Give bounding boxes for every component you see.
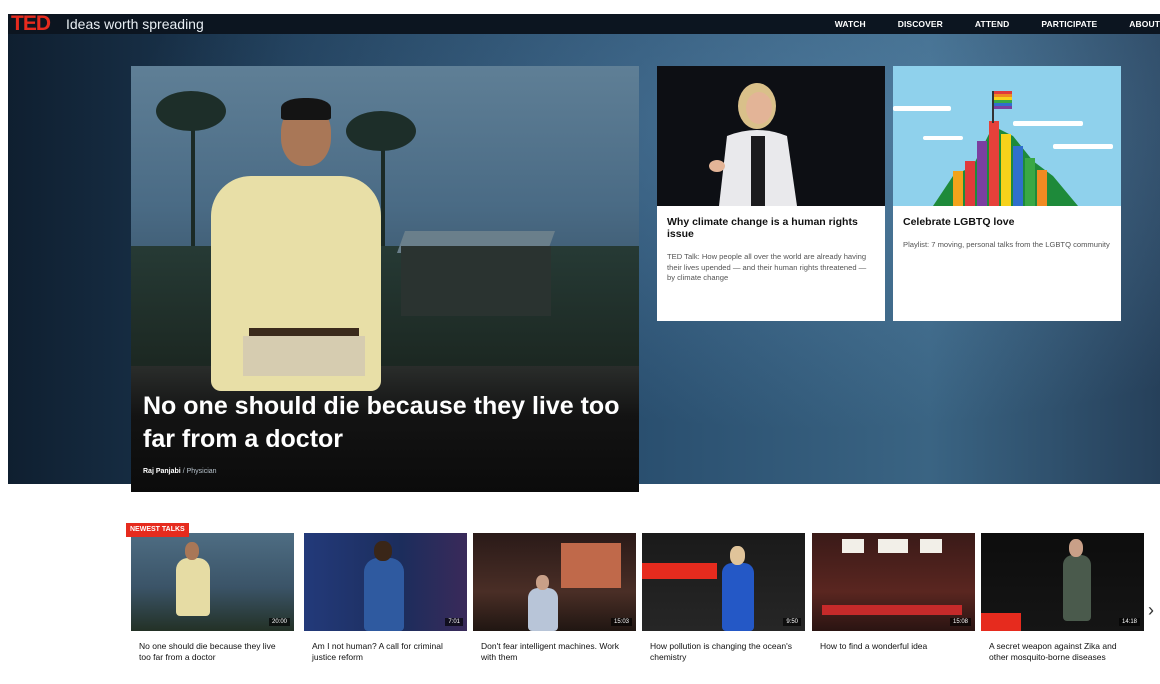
speaker-figure [1063, 555, 1091, 621]
sign [878, 539, 908, 553]
talk-duration: 9:50 [783, 618, 801, 626]
treeline [131, 246, 639, 376]
talk-thumbnail: 7:01 [304, 533, 467, 631]
talk-title[interactable]: Am I not human? A call for criminal just… [312, 641, 460, 663]
sign [920, 539, 942, 553]
stage-banner [822, 605, 962, 615]
speaker-figure [176, 558, 210, 616]
talk-duration: 15:03 [610, 618, 632, 626]
speaker-head [1069, 539, 1083, 557]
feature-speaker[interactable]: Raj Panjabi [143, 468, 181, 475]
feature-byline: Raj Panjabi / Physician [143, 468, 217, 475]
talk-title[interactable]: Don't fear intelligent machines. Work wi… [481, 641, 629, 663]
card-climate-talk[interactable]: Why climate change is a human rights iss… [657, 66, 885, 321]
speaker-head [536, 575, 549, 590]
feature-role: Physician [186, 468, 217, 475]
nav-attend[interactable]: ATTEND [975, 19, 1009, 29]
talk-title[interactable]: No one should die because they live too … [139, 641, 287, 663]
sign [842, 539, 864, 553]
card-title[interactable]: Why climate change is a human rights iss… [667, 216, 875, 240]
house [401, 246, 551, 316]
main-nav: WATCH DISCOVER ATTEND PARTICIPATE ABOUT [803, 19, 1160, 29]
card-title[interactable]: Celebrate LGBTQ love [903, 216, 1111, 228]
chevron-right-icon[interactable]: › [1148, 600, 1154, 621]
talk-thumbnail: 20:00 [131, 533, 294, 631]
card-thumbnail [657, 66, 885, 206]
talk-duration: 20:00 [268, 618, 290, 626]
top-nav-bar: TED Ideas worth spreading WATCH DISCOVER… [8, 13, 1160, 34]
ted-stage-logo [981, 613, 1021, 631]
card-thumbnail [893, 66, 1121, 206]
ted-logo[interactable]: TED [11, 13, 51, 34]
speaker-figure [364, 558, 404, 631]
speaker-thumbnail-image [657, 66, 885, 206]
talk-thumbnail: 14:18 [981, 533, 1144, 631]
talk-thumbnail: 15:08 [812, 533, 975, 631]
card-description: Playlist: 7 moving, personal talks from … [903, 240, 1110, 249]
talk-duration: 15:08 [949, 618, 971, 626]
screen-slide [561, 543, 621, 588]
nav-discover[interactable]: DISCOVER [898, 19, 943, 29]
featured-talk[interactable]: No one should die because they live too … [131, 66, 639, 492]
feature-title[interactable]: No one should die because they live too … [143, 390, 623, 456]
nav-about[interactable]: ABOUT [1129, 19, 1160, 29]
card-lgbtq-playlist[interactable]: Celebrate LGBTQ love Playlist: 7 moving,… [893, 66, 1121, 321]
talk-duration: 7:01 [445, 618, 463, 626]
speaker-head [374, 541, 392, 561]
speaker-figure [722, 563, 754, 631]
nav-watch[interactable]: WATCH [835, 19, 866, 29]
speaker-pants [243, 336, 365, 376]
palm-crown [156, 91, 226, 131]
talk-thumbnail: 15:03 [473, 533, 636, 631]
nav-participate[interactable]: PARTICIPATE [1041, 19, 1097, 29]
tagline: Ideas worth spreading [66, 16, 204, 32]
palm-crown [346, 111, 416, 151]
speaker-figure [528, 588, 558, 631]
talk-title[interactable]: A secret weapon against Zika and other m… [989, 641, 1137, 663]
talk-title[interactable]: How to find a wonderful idea [820, 641, 968, 652]
talk-duration: 14:18 [1118, 618, 1140, 626]
rainbow-city-illustration [893, 66, 1121, 206]
event-sign [642, 563, 717, 579]
speaker-head [185, 542, 199, 560]
talk-title[interactable]: How pollution is changing the ocean's ch… [650, 641, 798, 663]
speaker-head [730, 546, 745, 565]
newest-talks-label: NEWEST TALKS [126, 523, 189, 537]
card-description: TED Talk: How people all over the world … [667, 252, 867, 282]
talk-thumbnail: 9:50 [642, 533, 805, 631]
speaker-hair [281, 98, 331, 120]
